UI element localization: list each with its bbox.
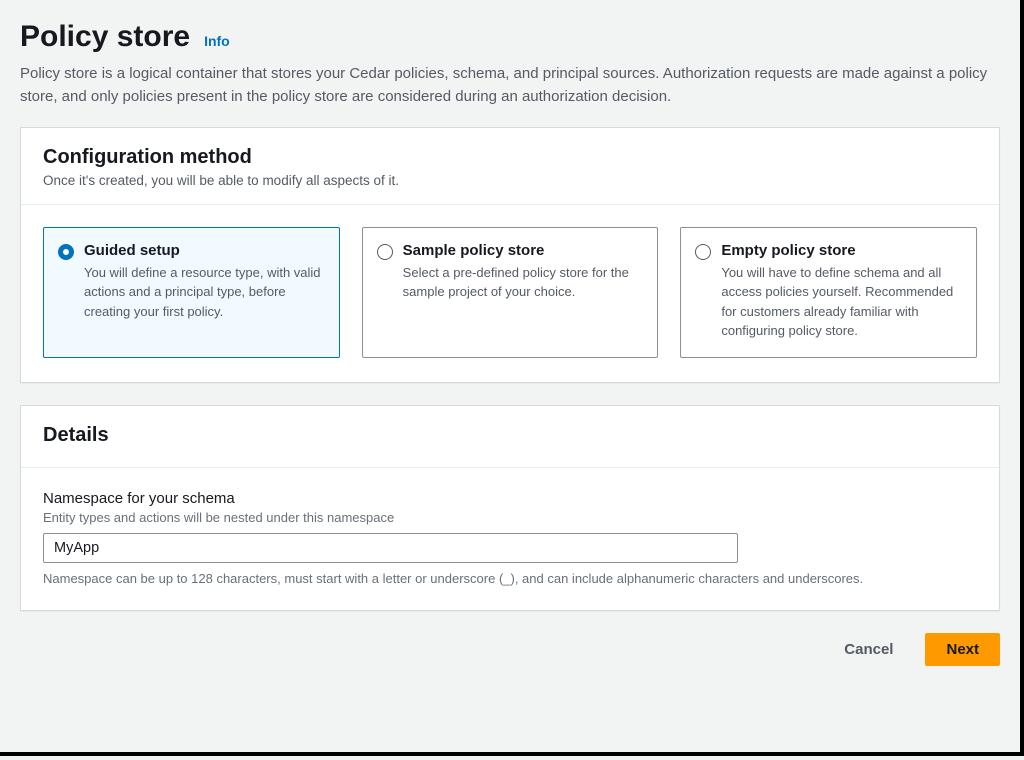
config-panel-body: Guided setup You will define a resource … [21,204,999,382]
radio-icon [695,244,711,260]
details-panel-title: Details [43,424,977,447]
option-title: Guided setup [84,242,323,259]
config-panel-title: Configuration method [43,146,977,169]
option-guided-setup[interactable]: Guided setup You will define a resource … [43,227,340,358]
namespace-constraint: Namespace can be up to 128 characters, m… [43,571,977,586]
option-description: You will define a resource type, with va… [84,263,323,322]
page-description: Policy store is a logical container that… [20,62,1000,109]
namespace-label: Namespace for your schema [43,490,977,507]
config-options-row: Guided setup You will define a resource … [43,227,977,358]
title-row: Policy store Info [20,20,1000,54]
config-panel-header: Configuration method Once it's created, … [21,128,999,204]
footer-actions: Cancel Next [20,633,1000,666]
option-title: Empty policy store [721,242,960,259]
option-sample-policy-store[interactable]: Sample policy store Select a pre-defined… [362,227,659,358]
option-content: Empty policy store You will have to defi… [721,242,960,341]
config-panel-subtitle: Once it's created, you will be able to m… [43,173,977,188]
page-header: Policy store Info Policy store is a logi… [20,20,1000,109]
option-title: Sample policy store [403,242,642,259]
next-button[interactable]: Next [925,633,1000,666]
details-panel-body: Namespace for your schema Entity types a… [21,467,999,610]
radio-icon [377,244,393,260]
details-panel-header: Details [21,406,999,467]
radio-icon [58,244,74,260]
namespace-input[interactable] [43,533,738,563]
option-content: Sample policy store Select a pre-defined… [403,242,642,302]
option-description: Select a pre-defined policy store for th… [403,263,642,302]
page-wrapper: Policy store Info Policy store is a logi… [0,0,1024,756]
option-content: Guided setup You will define a resource … [84,242,323,322]
option-description: You will have to define schema and all a… [721,263,960,341]
details-panel: Details Namespace for your schema Entity… [20,405,1000,611]
option-empty-policy-store[interactable]: Empty policy store You will have to defi… [680,227,977,358]
configuration-method-panel: Configuration method Once it's created, … [20,127,1000,383]
page-title: Policy store [20,20,190,54]
cancel-button[interactable]: Cancel [824,633,913,666]
namespace-hint: Entity types and actions will be nested … [43,510,977,525]
info-link[interactable]: Info [204,33,230,49]
